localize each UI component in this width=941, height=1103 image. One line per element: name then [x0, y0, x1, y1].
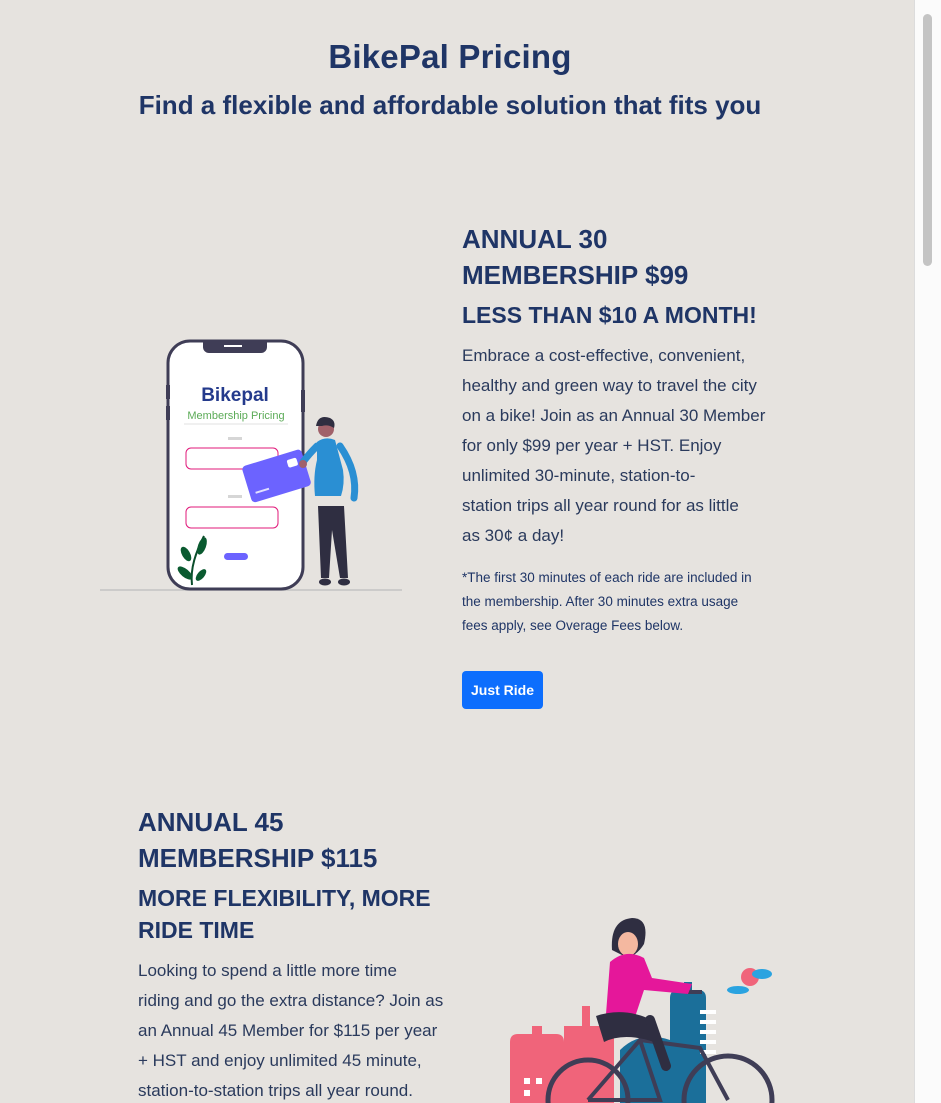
- description-line: riding and go the extra distance? Join a…: [138, 991, 444, 1010]
- description-line: as 30¢ a day!: [462, 526, 565, 545]
- description-line: healthy and green way to travel the city: [462, 376, 757, 395]
- description-line: + HST and enjoy unlimited 45 minute,: [138, 1051, 422, 1070]
- description-line: for only $99 per year + HST. Enjoy: [462, 436, 722, 455]
- description-line: Looking to spend a little more time: [138, 961, 397, 980]
- pricing-page: BikePal Pricing Find a flexible and affo…: [0, 0, 915, 1103]
- vertical-scrollbar[interactable]: [914, 0, 941, 1103]
- description-line: on a bike! Join as an Annual 30 Member: [462, 406, 766, 425]
- footnote-line: the membership. After 30 minutes extra u…: [462, 594, 739, 609]
- description-line: Embrace a cost-effective, convenient,: [462, 346, 746, 365]
- footnote-line: fees apply, see Overage Fees below.: [462, 618, 684, 633]
- plan-tagline: MORE FLEXIBILITY, MORE RIDE TIME: [138, 882, 431, 946]
- plan-title: ANNUAL 30 MEMBERSHIP $99: [462, 221, 688, 293]
- phone-input-field: [185, 506, 279, 529]
- plan-title-line: ANNUAL 30: [462, 224, 608, 254]
- plan-title-line: MEMBERSHIP $99: [462, 260, 689, 290]
- plan-title-line: ANNUAL 45: [138, 807, 284, 837]
- plan-description: Embrace a cost-effective, convenient, he…: [462, 341, 782, 551]
- plan-tagline-line: MORE FLEXIBILITY, MORE: [138, 885, 431, 911]
- just-ride-button[interactable]: Just Ride: [462, 671, 543, 709]
- plan-title: ANNUAL 45 MEMBERSHIP $115: [138, 804, 377, 876]
- plan-tagline: LESS THAN $10 A MONTH!: [462, 302, 757, 328]
- scrollbar-thumb[interactable]: [923, 14, 932, 266]
- city-cyclist-illustration: [510, 918, 775, 1103]
- plan-footnote: *The first 30 minutes of each ride are i…: [462, 566, 782, 638]
- phone-title: Bikepal: [201, 385, 269, 406]
- phone-subtitle: Membership Pricing: [187, 410, 284, 422]
- page-subtitle: Find a flexible and affordable solution …: [138, 90, 762, 120]
- plan-description: Looking to spend a little more time ridi…: [138, 956, 458, 1103]
- plan-tagline-line: RIDE TIME: [138, 917, 255, 943]
- description-line: an Annual 45 Member for $115 per year: [138, 1021, 438, 1040]
- description-line: station-to-station trips all year round.: [138, 1081, 413, 1100]
- plan-title-line: MEMBERSHIP $115: [138, 843, 378, 873]
- description-line: station trips all year round for as litt…: [462, 496, 739, 515]
- footnote-line: *The first 30 minutes of each ride are i…: [462, 570, 752, 585]
- page-title: BikePal Pricing: [328, 38, 572, 75]
- membership-phone-illustration: Bikepal Membership Pricing: [100, 339, 402, 591]
- description-line: unlimited 30-minute, station-to-: [462, 466, 696, 485]
